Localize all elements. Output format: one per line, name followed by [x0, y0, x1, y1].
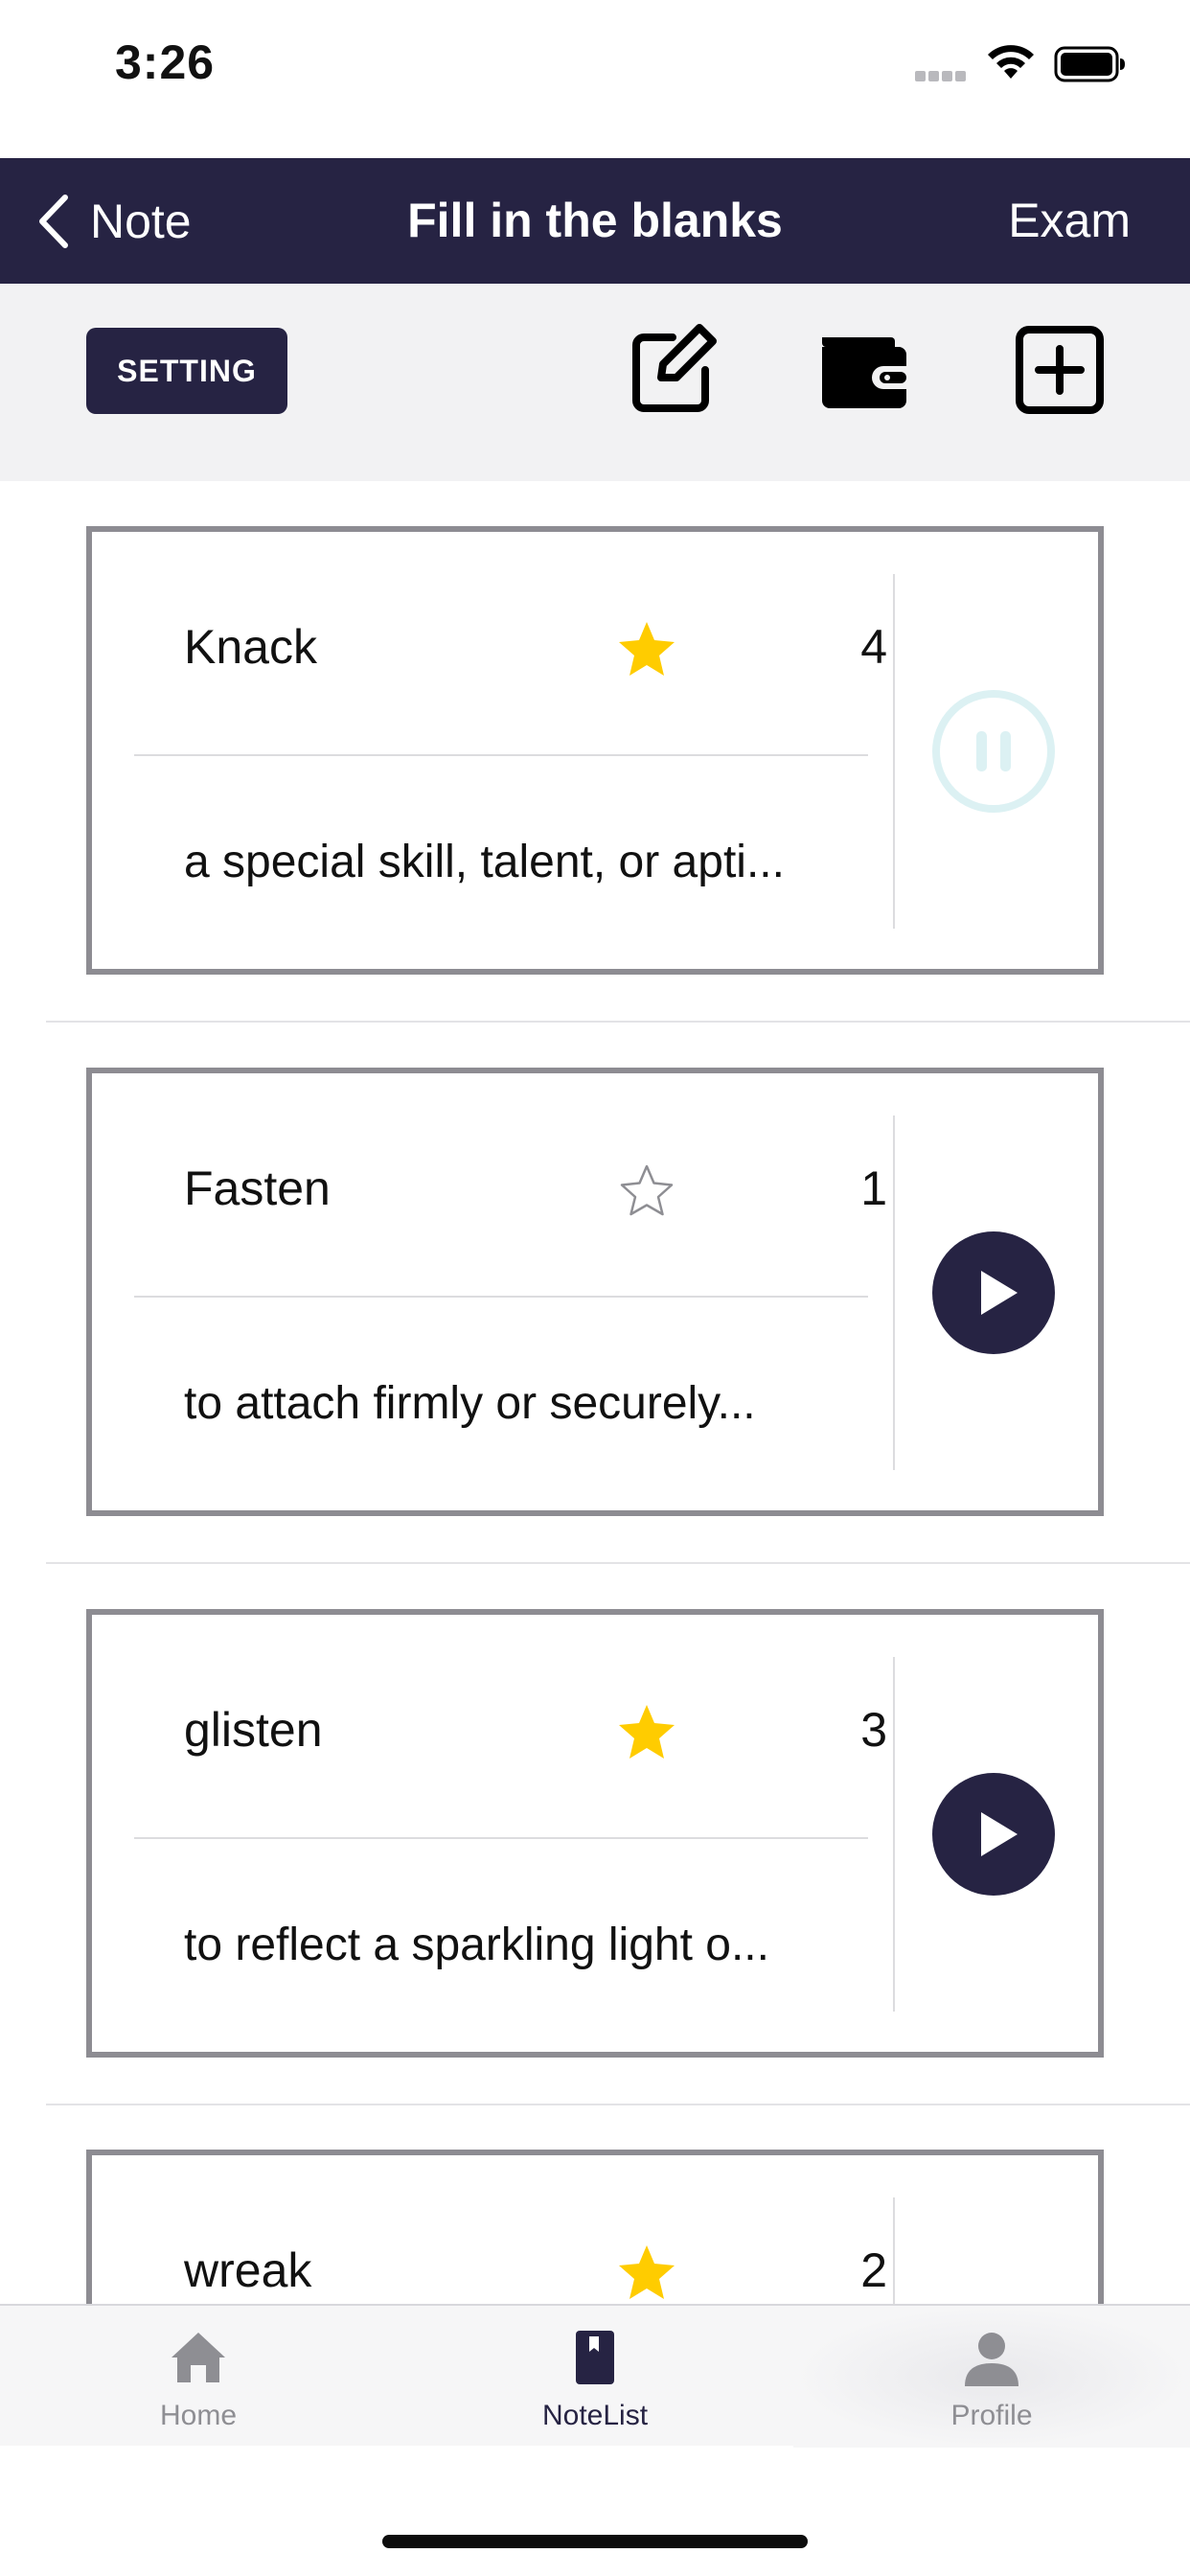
star-filled-icon[interactable] [617, 1703, 676, 1760]
list-item[interactable]: Fasten 1 to attach firmly or securely... [0, 1023, 1190, 1564]
note-word: Knack [184, 620, 317, 674]
note-count: 2 [860, 2243, 887, 2297]
list-item[interactable]: glisten 3 to reflect a sparkling light o… [0, 1564, 1190, 2105]
wifi-icon [988, 45, 1034, 79]
note-card[interactable]: Fasten 1 to attach firmly or securely... [86, 1068, 1104, 1516]
tab-label: NoteList [541, 2400, 649, 2431]
tab-label: Profile [950, 2400, 1033, 2431]
play-icon[interactable] [931, 1772, 1056, 1897]
status-bar: 3:26 [0, 0, 1190, 158]
tab-profile[interactable]: Profile [793, 2306, 1190, 2448]
book-icon [576, 2331, 614, 2384]
tab-bar: Home NoteList Profile [0, 2304, 1190, 2448]
add-square-icon[interactable] [1012, 322, 1108, 418]
note-word: glisten [184, 1703, 323, 1757]
note-list[interactable]: Knack 4 a special skill, talent, or apti… [0, 481, 1190, 2304]
note-count: 1 [860, 1162, 887, 1215]
note-count: 4 [860, 620, 887, 674]
note-count: 3 [860, 1703, 887, 1757]
home-icon [172, 2333, 225, 2382]
note-meaning: to attach firmly or securely... [184, 1378, 756, 1429]
setting-button[interactable]: SETTING [86, 328, 287, 414]
edit-icon[interactable] [623, 322, 719, 418]
home-indicator[interactable] [382, 2535, 808, 2548]
star-outline-icon[interactable] [617, 1162, 676, 1219]
battery-icon [1054, 46, 1125, 82]
exam-button[interactable]: Exam [1008, 158, 1131, 284]
list-item[interactable]: Knack 4 a special skill, talent, or apti… [0, 481, 1190, 1023]
person-icon [965, 2333, 1018, 2386]
divider [893, 1116, 895, 1470]
signal-dots-icon [915, 69, 971, 81]
note-meaning: a special skill, talent, or apti... [184, 837, 785, 887]
note-meaning: to reflect a sparkling light o... [184, 1920, 769, 1970]
note-card[interactable]: glisten 3 to reflect a sparkling light o… [86, 1609, 1104, 2058]
toolbar: SETTING [0, 284, 1190, 481]
status-time: 3:26 [115, 35, 216, 89]
chevron-left-icon [39, 194, 68, 248]
note-word: wreak [184, 2243, 312, 2297]
screen: 3:26 Note Fill in the blanks Exam SETTIN… [0, 0, 1190, 2576]
divider [893, 2197, 895, 2304]
wallet-icon[interactable] [816, 322, 912, 418]
tab-label: Home [159, 2400, 238, 2431]
play-icon[interactable] [931, 1230, 1056, 1355]
nav-bar: Note Fill in the blanks Exam [0, 158, 1190, 284]
note-card[interactable]: Knack 4 a special skill, talent, or apti… [86, 526, 1104, 975]
note-word: Fasten [184, 1162, 331, 1215]
star-filled-icon[interactable] [617, 620, 676, 678]
pause-icon[interactable] [931, 689, 1056, 814]
divider [893, 1657, 895, 2012]
back-button[interactable]: Note [34, 158, 192, 284]
back-label: Note [90, 194, 192, 248]
tab-home[interactable]: Home [0, 2306, 397, 2448]
tab-notelist[interactable]: NoteList [397, 2306, 793, 2448]
note-card[interactable]: wreak 2 [86, 2150, 1104, 2304]
list-item[interactable]: wreak 2 [0, 2104, 1190, 2304]
star-filled-icon[interactable] [617, 2243, 676, 2301]
divider [893, 574, 895, 929]
